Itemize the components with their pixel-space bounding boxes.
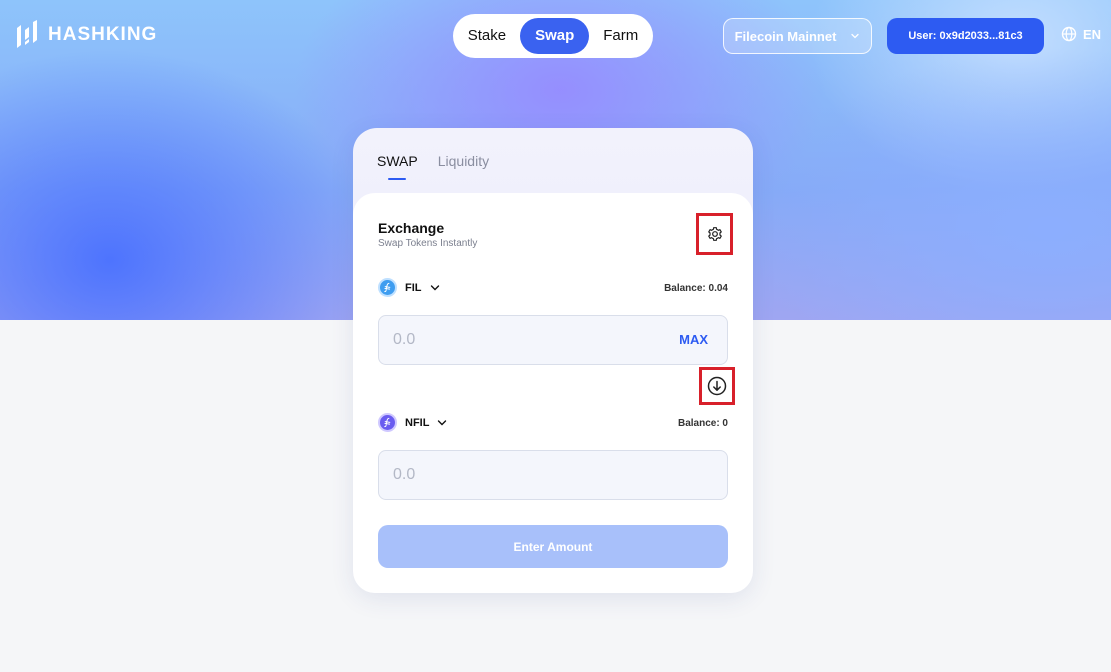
panel-subtitle: Swap Tokens Instantly (378, 238, 478, 249)
network-selector[interactable]: Filecoin Mainnet (723, 18, 872, 54)
gear-icon (707, 227, 722, 241)
from-amount-field: MAX (378, 315, 728, 365)
chevron-down-icon (430, 284, 439, 290)
chevron-down-icon (851, 33, 860, 39)
chevron-down-icon (438, 419, 447, 425)
from-token-selector[interactable]: FIL (378, 278, 440, 297)
from-amount-input[interactable] (393, 316, 643, 364)
user-account-button[interactable]: User: 0x9d2033...81c3 (887, 18, 1044, 54)
card-tabs: SWAP Liquidity (377, 153, 489, 169)
settings-button[interactable] (696, 213, 733, 255)
to-token-selector[interactable]: NFIL (378, 413, 447, 432)
nfil-icon (378, 413, 397, 432)
to-amount-field (378, 450, 728, 500)
enter-amount-button[interactable]: Enter Amount (378, 525, 728, 568)
nav-stake[interactable]: Stake (454, 18, 520, 54)
from-balance: Balance: 0.04 (664, 283, 728, 294)
to-token-symbol: NFIL (405, 416, 430, 429)
user-label: User: 0x9d2033...81c3 (908, 30, 1023, 42)
from-token-symbol: FIL (405, 281, 422, 294)
language-label: EN (1083, 26, 1102, 42)
language-selector[interactable]: EN (1061, 26, 1101, 42)
nav-farm[interactable]: Farm (589, 18, 652, 54)
swap-panel: Exchange Swap Tokens Instantly FIL Balan… (353, 193, 753, 593)
tab-liquidity[interactable]: Liquidity (438, 153, 489, 169)
brand-name: HASHKING (48, 24, 158, 45)
globe-icon (1061, 26, 1077, 42)
arrow-down-circle-icon (707, 376, 727, 396)
tab-swap[interactable]: SWAP (377, 153, 418, 169)
panel-title: Exchange (378, 220, 445, 236)
swap-card: SWAP Liquidity Exchange Swap Tokens Inst… (353, 128, 753, 593)
filecoin-icon (378, 278, 397, 297)
max-button[interactable]: MAX (679, 332, 708, 347)
to-amount-input[interactable] (393, 451, 643, 499)
main-nav: Stake Swap Farm (453, 14, 653, 58)
to-balance: Balance: 0 (677, 418, 728, 429)
network-label: Filecoin Mainnet (734, 28, 837, 44)
nav-swap[interactable]: Swap (520, 18, 590, 54)
hashking-logo-icon (17, 20, 37, 48)
logo[interactable]: HASHKING (14, 20, 157, 50)
swap-direction-button[interactable] (699, 367, 735, 405)
